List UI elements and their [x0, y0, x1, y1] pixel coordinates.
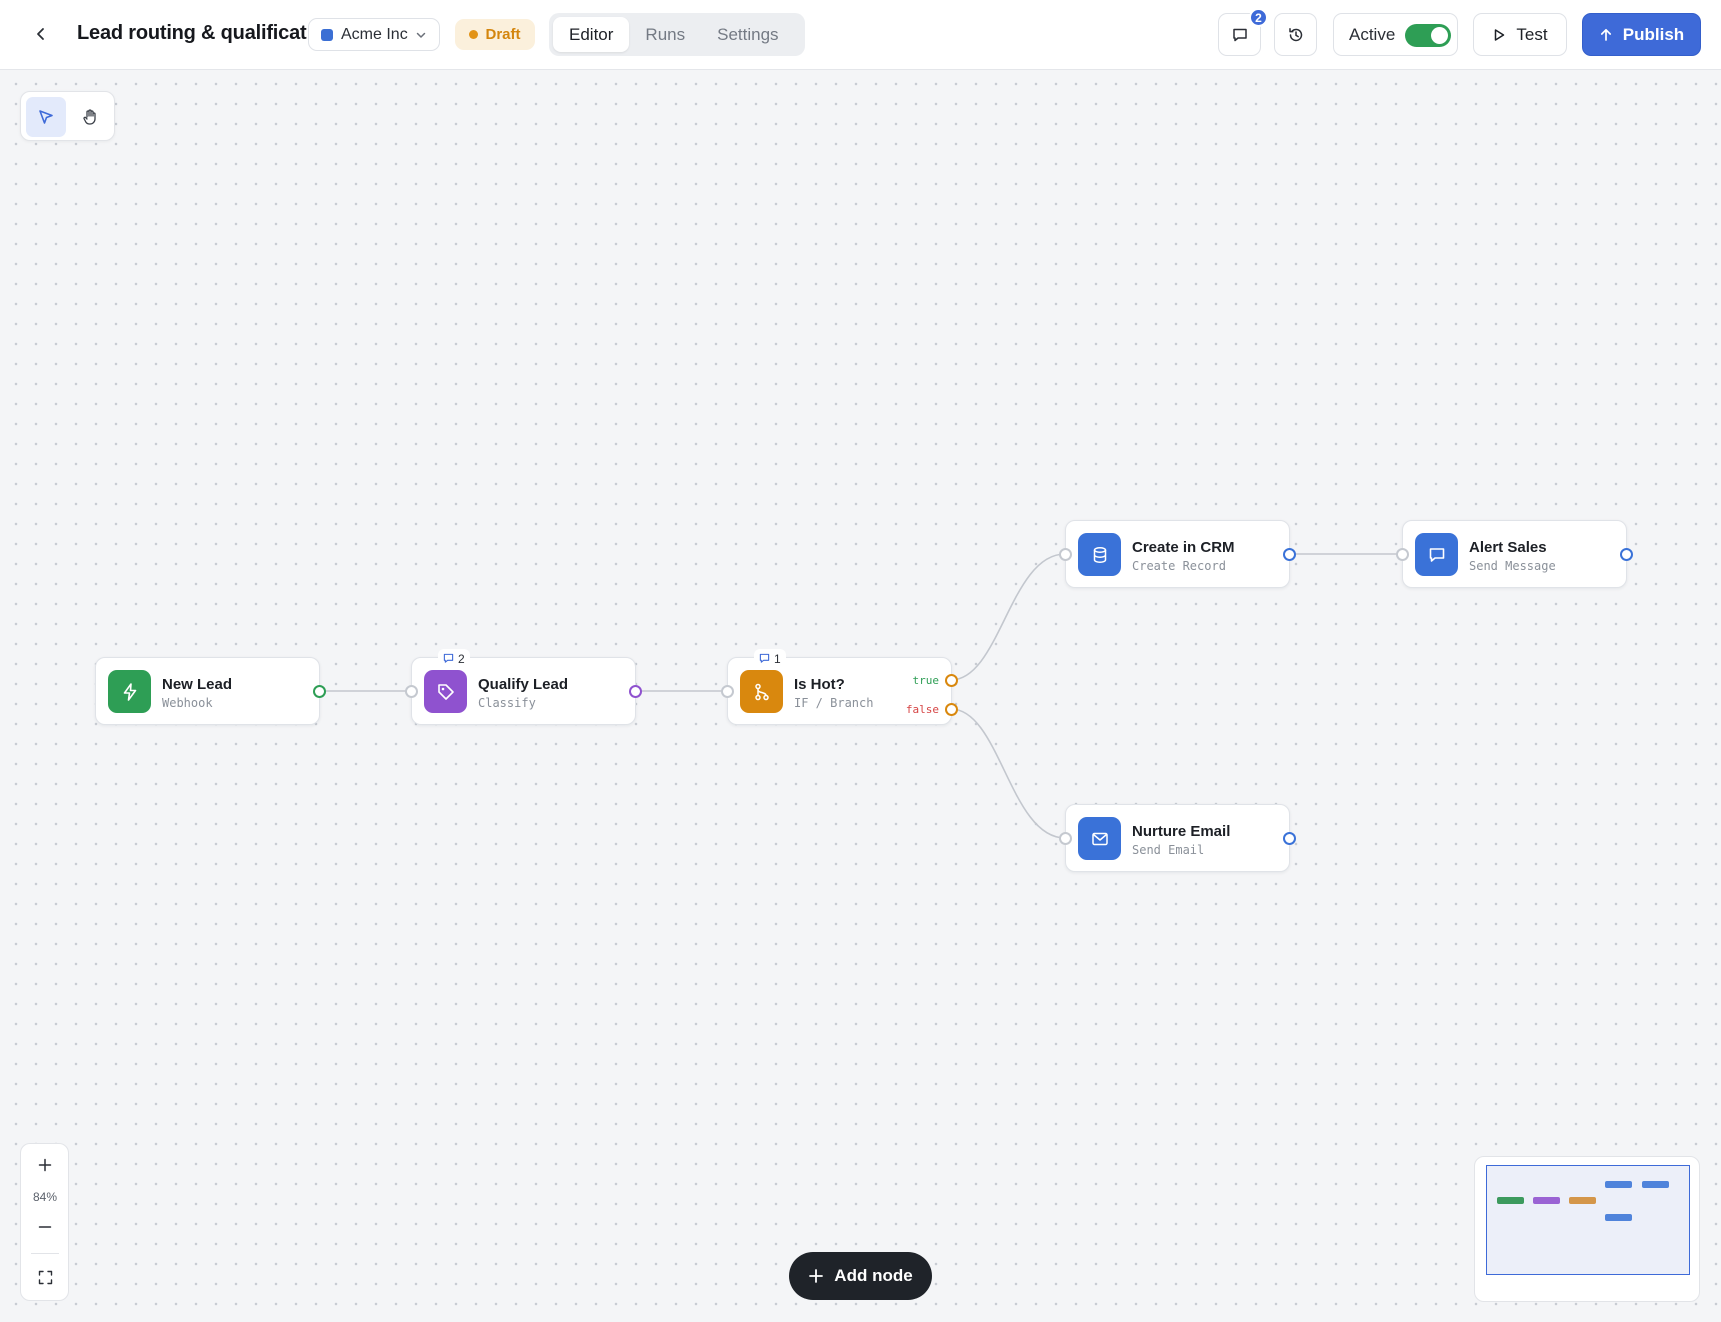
zoom-level: 84%	[32, 1190, 58, 1204]
node-icon-tile	[740, 670, 783, 713]
fit-view-button[interactable]	[25, 1260, 65, 1294]
edge-is-hot-true-crm	[950, 553, 1066, 681]
zoom-controls: 84%	[20, 1143, 69, 1301]
node-subtitle: Classify	[478, 696, 536, 710]
node-subtitle: Send Message	[1469, 559, 1556, 573]
zoom-divider	[31, 1253, 59, 1254]
input-port[interactable]	[405, 685, 418, 698]
node-subtitle: Create Record	[1132, 559, 1226, 573]
node-icon-tile	[1415, 533, 1458, 576]
node-nurture-email[interactable]: Nurture Email Send Email	[1059, 804, 1296, 872]
output-port[interactable]	[1283, 832, 1296, 845]
node-icon-tile	[1078, 533, 1121, 576]
input-port[interactable]	[721, 685, 734, 698]
message-icon	[1429, 547, 1444, 562]
node-title: Create in CRM	[1132, 539, 1235, 556]
output-port[interactable]	[629, 685, 642, 698]
node-title: Qualify Lead	[478, 676, 569, 693]
minimap-viewport[interactable]	[1486, 1165, 1690, 1275]
node-comment-chip[interactable]: 1	[754, 649, 786, 668]
input-port[interactable]	[1396, 548, 1409, 561]
minimap-node	[1605, 1181, 1632, 1188]
node-alert-sales[interactable]: Alert Sales Send Message	[1396, 520, 1633, 588]
minimap-node	[1642, 1181, 1669, 1188]
edge-is-hot-false-nurture	[950, 708, 1066, 839]
minus-icon	[38, 1226, 52, 1228]
node-new-lead[interactable]: New Lead Webhook	[95, 657, 326, 725]
node-subtitle: IF / Branch	[794, 696, 874, 710]
node-subtitle: Webhook	[162, 696, 213, 710]
output-port[interactable]	[1283, 548, 1296, 561]
zoom-out-button[interactable]	[25, 1210, 65, 1244]
comment-icon	[443, 653, 454, 663]
minimap-node	[1497, 1197, 1524, 1204]
minimap-node	[1569, 1197, 1596, 1204]
branch-false-label: false	[905, 703, 939, 716]
add-node-button[interactable]: Add node	[789, 1252, 932, 1300]
output-port-true[interactable]	[945, 674, 958, 687]
minimap-node	[1605, 1214, 1632, 1221]
node-icon-tile	[424, 670, 467, 713]
lightning-icon	[123, 682, 136, 701]
input-port[interactable]	[1059, 832, 1072, 845]
plus-icon	[809, 1269, 824, 1283]
node-title: Nurture Email	[1132, 823, 1231, 840]
node-icon-tile	[108, 670, 151, 713]
add-node-label: Add node	[834, 1266, 913, 1285]
tag-icon	[437, 683, 454, 700]
node-create-crm[interactable]: Create in CRM Create Record	[1059, 520, 1296, 588]
minimap[interactable]	[1474, 1156, 1700, 1302]
comment-icon	[759, 653, 770, 663]
node-is-hot[interactable]: 1 Is Hot? IF / Branch true false	[721, 649, 958, 725]
mail-icon	[1091, 832, 1108, 845]
node-icon-tile	[1078, 817, 1121, 860]
node-title: Alert Sales	[1469, 539, 1547, 556]
branch-true-label: true	[912, 674, 940, 687]
input-port[interactable]	[1059, 548, 1072, 561]
node-title: Is Hot?	[794, 676, 845, 693]
minimap-node	[1533, 1197, 1560, 1204]
plus-icon	[38, 1158, 52, 1172]
node-qualify-lead[interactable]: 2 Qualify Lead Classify	[405, 649, 642, 725]
node-subtitle: Send Email	[1132, 843, 1205, 857]
output-port[interactable]	[313, 685, 326, 698]
output-port-false[interactable]	[945, 703, 958, 716]
output-port[interactable]	[1620, 548, 1633, 561]
node-comment-chip[interactable]: 2	[438, 649, 470, 668]
database-icon	[1093, 546, 1106, 563]
fullscreen-icon	[38, 1270, 52, 1284]
node-title: New Lead	[162, 676, 233, 693]
branch-icon	[754, 683, 769, 700]
node-comment-count: 2	[458, 651, 465, 666]
node-comment-count: 1	[774, 651, 781, 666]
zoom-in-button[interactable]	[25, 1148, 65, 1182]
